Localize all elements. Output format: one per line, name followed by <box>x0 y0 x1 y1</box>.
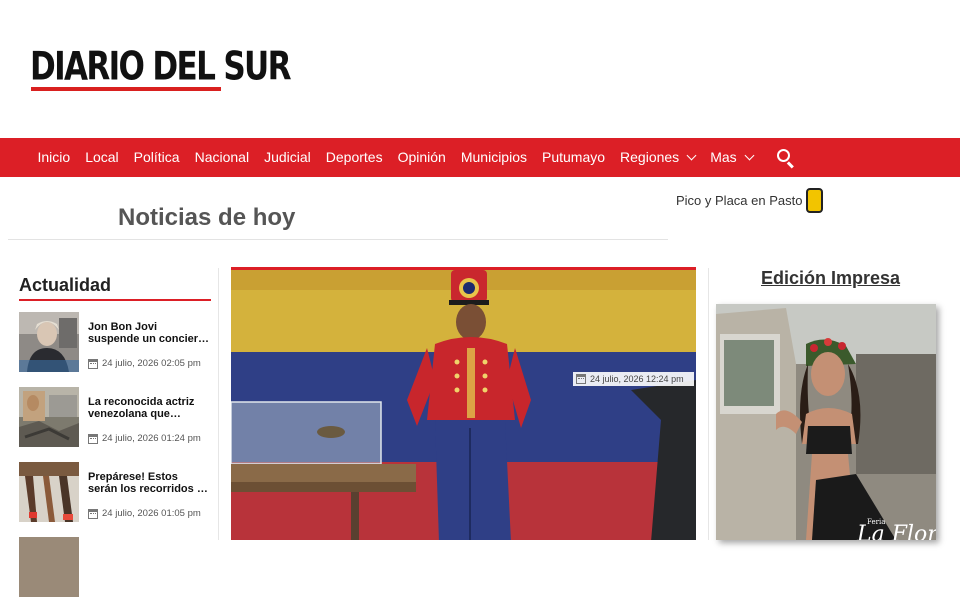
chevron-down-icon <box>744 150 755 161</box>
nav-item-regiones[interactable]: Regiones <box>613 138 703 177</box>
logo-underline <box>31 87 221 91</box>
section-divider <box>8 239 668 240</box>
featured-news-date: 24 julio, 2026 12:24 pm <box>573 372 694 386</box>
site-header: DIARIO DEL SUR <box>0 0 960 138</box>
print-edition-cover[interactable]: Feria La Florida <box>716 304 936 540</box>
nav-item-local[interactable]: Local <box>78 138 126 177</box>
nav-item-municipios[interactable]: Municipios <box>453 138 534 177</box>
edicion-impresa-link[interactable]: Edición Impresa <box>761 268 900 289</box>
featured-news-date-text: 24 julio, 2026 12:24 pm <box>590 374 684 384</box>
search-icon[interactable] <box>776 148 796 168</box>
nav-item-politica[interactable]: Política <box>126 138 187 177</box>
page-title: Noticias de hoy <box>118 204 296 231</box>
featured-news-image[interactable] <box>231 267 696 540</box>
nav-regiones-label: Regiones <box>620 149 680 165</box>
news-thumbnail[interactable] <box>19 462 79 522</box>
main-nav: Inicio Local Política Nacional Judicial … <box>0 138 960 177</box>
list-item[interactable]: Prepárese! Estos serán los recorridos de… <box>19 462 211 537</box>
news-date-text: 24 julio, 2026 01:24 pm <box>102 433 201 444</box>
nav-item-deportes[interactable]: Deportes <box>318 138 390 177</box>
plate-badge-icon <box>806 188 824 213</box>
nav-item-opinion[interactable]: Opinión <box>390 138 453 177</box>
nav-item-nacional[interactable]: Nacional <box>187 138 256 177</box>
calendar-icon <box>576 374 586 384</box>
calendar-icon <box>88 508 98 519</box>
list-item[interactable]: La reconocida actriz venezolana que regr… <box>19 387 211 462</box>
nav-item-mas[interactable]: Mas <box>703 138 760 177</box>
nav-item-putumayo[interactable]: Putumayo <box>534 138 612 177</box>
news-date: 24 julio, 2026 02:05 pm <box>88 358 201 369</box>
chevron-down-icon <box>686 150 697 161</box>
news-date: 24 julio, 2026 01:05 pm <box>88 508 201 519</box>
actualidad-column: Actualidad Jon Bon Jovi suspende un conc… <box>19 270 211 612</box>
cover-brand: La Florida <box>857 522 936 540</box>
news-thumbnail[interactable] <box>19 312 79 372</box>
site-logo[interactable]: DIARIO DEL SUR <box>30 44 339 91</box>
column-divider <box>708 268 709 540</box>
news-date-text: 24 julio, 2026 01:05 pm <box>102 508 201 519</box>
news-title[interactable]: Jon Bon Jovi suspende un concierto en Nu… <box>88 321 210 345</box>
logo-text: DIARIO DEL SUR <box>30 44 292 90</box>
news-title[interactable]: Prepárese! Estos serán los recorridos de… <box>88 471 210 495</box>
nav-item-judicial[interactable]: Judicial <box>257 138 319 177</box>
list-item[interactable]: Jon Bon Jovi suspende un concierto en Nu… <box>19 312 211 387</box>
news-title[interactable]: La reconocida actriz venezolana que regr… <box>88 396 210 420</box>
heading-underline <box>19 299 211 301</box>
nav-item-inicio[interactable]: Inicio <box>30 138 78 177</box>
news-thumbnail[interactable] <box>19 537 79 597</box>
news-thumbnail[interactable] <box>19 387 79 447</box>
column-divider <box>218 268 219 540</box>
pico-y-placa-label: Pico y Placa en Pasto <box>676 193 803 208</box>
actualidad-heading: Actualidad <box>19 275 112 295</box>
news-list: Jon Bon Jovi suspende un concierto en Nu… <box>19 312 211 612</box>
news-date: 24 julio, 2026 01:24 pm <box>88 433 201 444</box>
list-item[interactable] <box>19 537 211 612</box>
pico-y-placa-widget[interactable]: Pico y Placa en Pasto <box>676 188 824 213</box>
calendar-icon <box>88 358 98 369</box>
nav-mas-label: Mas <box>710 149 737 165</box>
calendar-icon <box>88 433 98 444</box>
news-date-text: 24 julio, 2026 02:05 pm <box>102 358 201 369</box>
